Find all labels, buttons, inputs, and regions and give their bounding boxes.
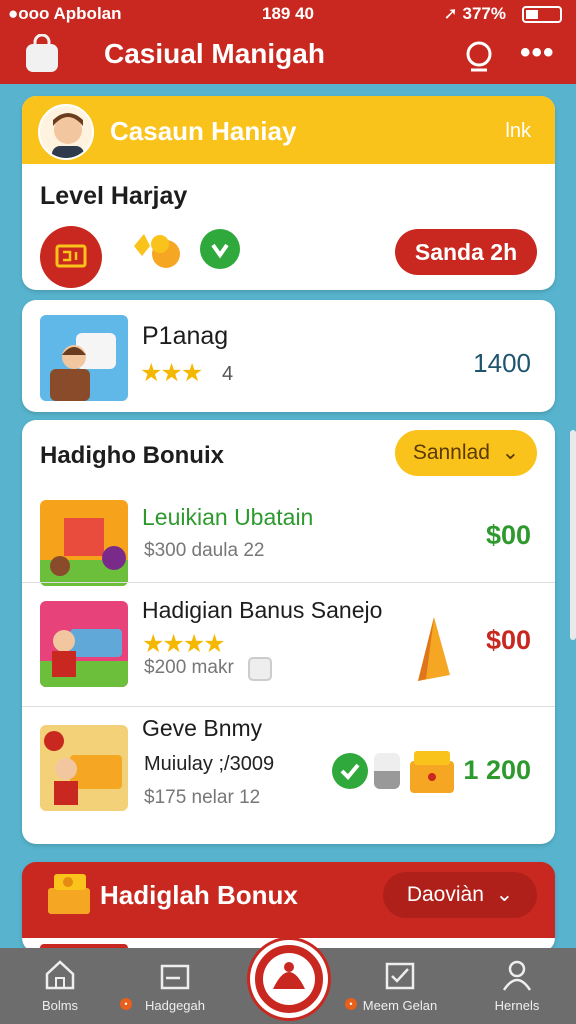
star-rating-icon: ★★★★ [142, 630, 226, 658]
coins-icon[interactable] [130, 226, 188, 276]
clock-label: 189 40 [262, 4, 314, 23]
chevron-down-icon: ⌄ [489, 883, 514, 906]
profile-card: Casaun Haniay lnk Level Harjay Sanda 2h [22, 96, 555, 290]
person-icon [502, 960, 532, 991]
scrollbar[interactable] [570, 430, 576, 640]
toggle-icon[interactable] [374, 753, 400, 789]
battery-percent: ➚ 377% [443, 4, 506, 23]
featured-name: P1anag [142, 322, 229, 350]
promo-dropdown[interactable]: Daoviàn ⌄ [383, 872, 537, 918]
profile-link[interactable]: lnk [505, 120, 531, 143]
item-price: 1 200 [463, 755, 531, 785]
item-subtitle: $200 makr [144, 657, 234, 678]
nav-home[interactable]: Bolms [5, 948, 115, 1024]
item-name: Geve Bnmy [142, 715, 263, 741]
item-price: $00 [485, 625, 531, 655]
cone-icon [418, 617, 450, 681]
battery-icon [522, 6, 562, 23]
check-icon[interactable] [200, 229, 240, 269]
cap-icon [263, 953, 315, 1005]
gift-box-icon[interactable] [406, 747, 458, 795]
checkbox-icon[interactable] [248, 657, 272, 681]
nav-label: Hadgegah [145, 998, 205, 1013]
featured-price: 1400 [473, 348, 531, 378]
item-thumbnail [40, 725, 128, 811]
nav-label: Hernels [494, 998, 540, 1013]
avatar[interactable] [38, 104, 94, 160]
center-action-button[interactable] [250, 940, 328, 1018]
carrier-label: ●ooo Apbolan [8, 4, 122, 23]
star-rating-icon: ★★★ [140, 359, 203, 387]
featured-card[interactable]: P1anag ★★★ 4 1400 [22, 300, 555, 412]
promo-title: Hadiglah Bonux [100, 880, 298, 910]
item-thumbnail [40, 601, 128, 687]
level-label: Level Harjay [40, 182, 188, 210]
send-button[interactable]: Sanda 2h [395, 229, 537, 275]
nav-label: Meem Gelan [362, 998, 438, 1013]
list-item[interactable]: Geve Bnmy Muiulay ;/3009 $175 nelar 12 1… [22, 706, 555, 830]
check-icon[interactable] [332, 753, 368, 789]
chevron-down-icon: ⌄ [495, 441, 520, 464]
bonus-dropdown[interactable]: Sannlad ⌄ [395, 430, 537, 476]
more-icon[interactable]: ••• [520, 36, 555, 70]
profile-header: Casaun Haniay lnk [22, 96, 555, 164]
item-price: $00 [485, 520, 531, 550]
bonus-dropdown-label: Sannlad [412, 441, 490, 464]
profile-title: Casaun Haniay [110, 116, 297, 146]
list-item[interactable]: Hadigian Banus Sanejo ★★★★ $200 makr $00 [22, 582, 555, 706]
status-bar: ●ooo Apbolan 189 40 ➚ 377% [0, 0, 576, 28]
nav-label: Bolms [41, 998, 79, 1013]
home-icon [45, 960, 75, 990]
item-subtitle: $175 nelar 12 [144, 787, 261, 808]
checklist-icon [385, 962, 415, 990]
mail-icon [160, 964, 190, 990]
bonus-section-title: Hadigho Bonuix [40, 442, 224, 469]
search-icon[interactable] [462, 38, 498, 74]
item-thumbnail [40, 500, 128, 586]
promo-card: Hadiglah Bonux Daoviàn ⌄ [22, 862, 555, 952]
rating-value: 4 [222, 363, 234, 385]
bag-icon[interactable] [22, 34, 62, 74]
featured-thumbnail [40, 315, 128, 401]
item-name: Hadigian Banus Sanejo [142, 597, 383, 623]
bonus-card: Hadigho Bonuix Sannlad ⌄ Leuikian Ubatai… [22, 420, 555, 844]
item-subtitle: $300 daula 22 [144, 540, 265, 561]
item-detail: Muiulay ;/3009 [144, 753, 275, 775]
nav-profile[interactable]: Hernels [462, 948, 572, 1024]
app-bar: Casiual Manigah ••• [0, 28, 576, 84]
nav-tasks[interactable]: • Meem Gelan [345, 948, 455, 1024]
item-name: Leuikian Ubatain [142, 504, 314, 530]
promo-dropdown-label: Daoviàn [406, 883, 484, 906]
app-title: Casiual Manigah [104, 38, 325, 69]
ticket-icon[interactable] [40, 226, 102, 288]
nav-messages[interactable]: • Hadgegah [120, 948, 230, 1024]
treasure-chest-icon [48, 874, 90, 914]
